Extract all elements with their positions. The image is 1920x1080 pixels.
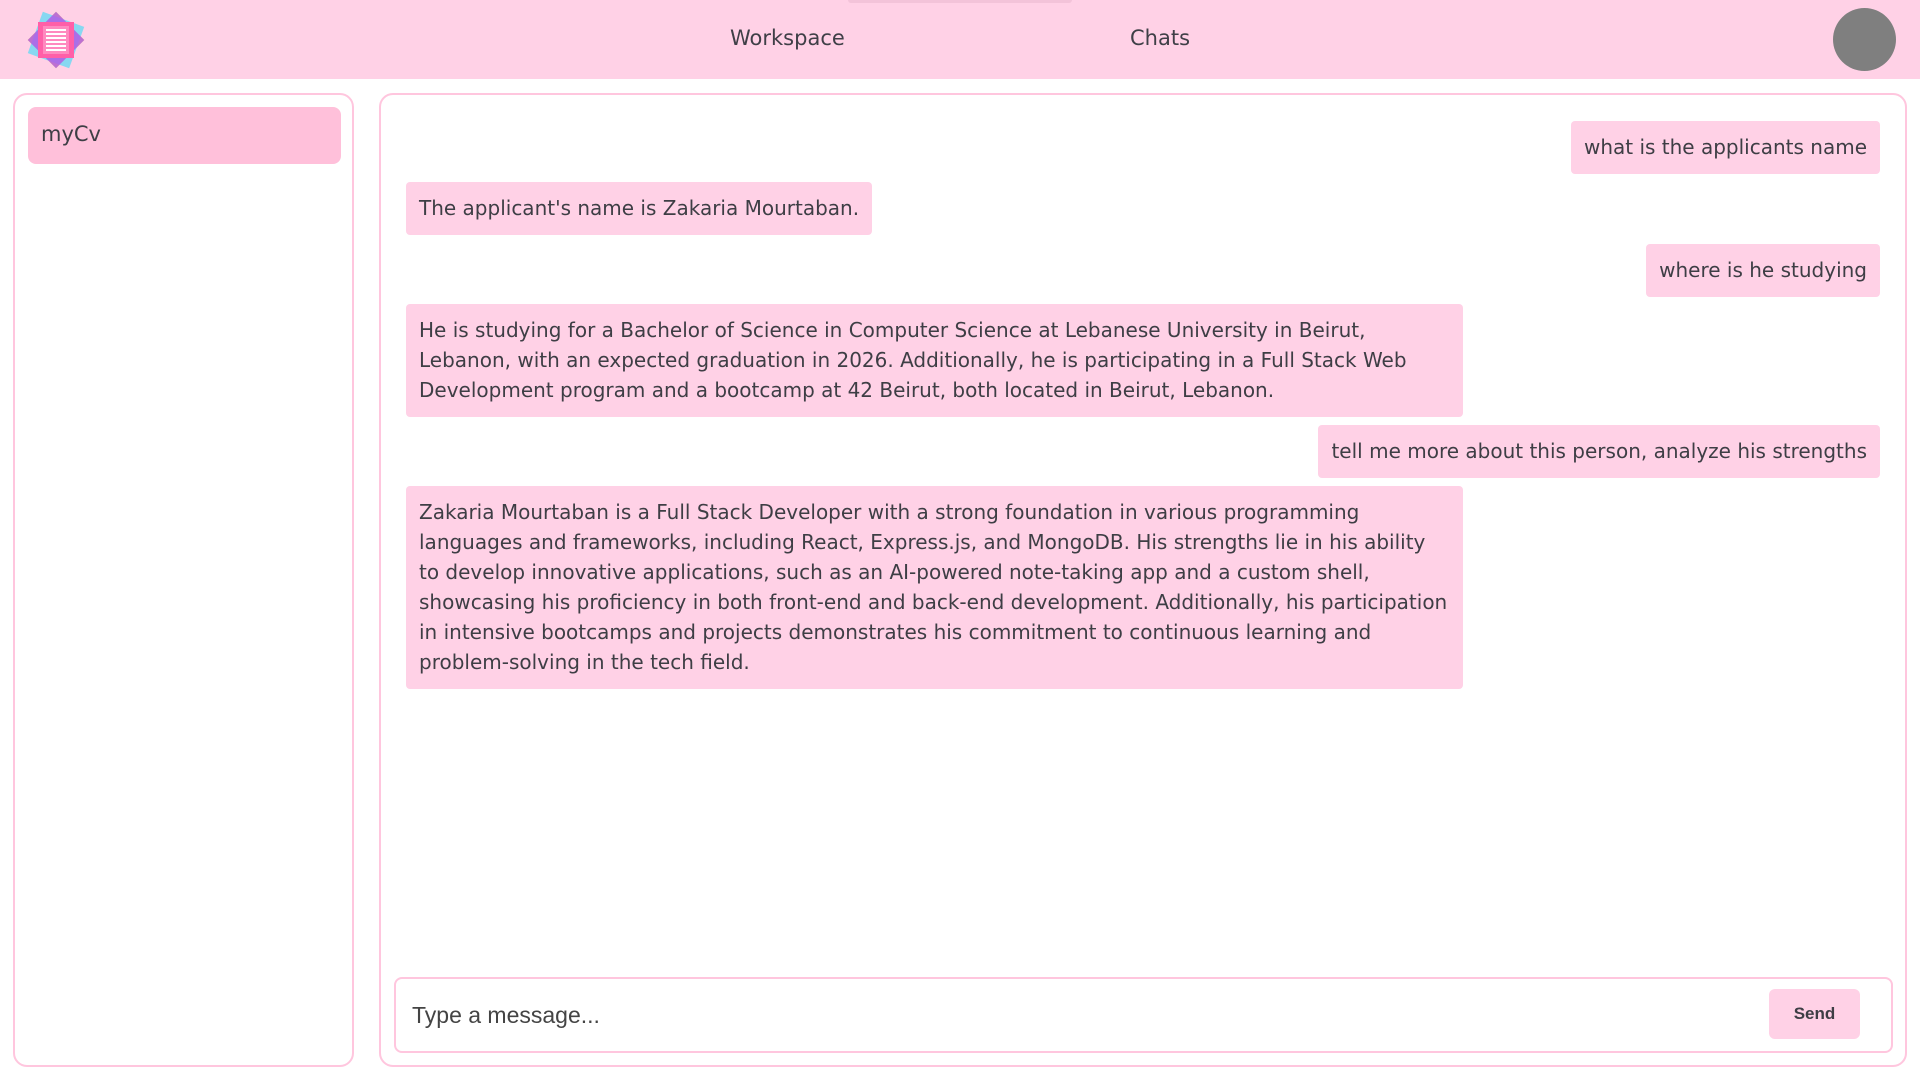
user-message: what is the applicants name [1570, 121, 1880, 174]
send-button[interactable]: Send [1769, 989, 1860, 1039]
user-avatar-icon[interactable] [1833, 8, 1896, 71]
assistant-message: He is studying for a Bachelor of Science… [406, 304, 1463, 417]
notes-logo-icon[interactable] [24, 8, 88, 72]
user-message: where is he studying [1646, 244, 1880, 297]
user-message: tell me more about this person, analyze … [1318, 425, 1880, 478]
top-navigation-bar: Workspace Chats [0, 0, 1920, 79]
chat-panel: what is the applicants name The applican… [379, 93, 1907, 1067]
assistant-message: Zakaria Mourtaban is a Full Stack Develo… [406, 486, 1463, 689]
top-tab-indicator [848, 0, 1072, 3]
nav-link-workspace[interactable]: Workspace [730, 26, 845, 50]
message-composer: Send [394, 977, 1893, 1053]
documents-sidebar: myCv [13, 93, 354, 1067]
sidebar-item-mycv[interactable]: myCv [28, 107, 341, 164]
assistant-message: The applicant's name is Zakaria Mourtaba… [406, 182, 873, 235]
nav-link-chats[interactable]: Chats [1130, 26, 1190, 50]
message-input[interactable] [410, 991, 1710, 1039]
